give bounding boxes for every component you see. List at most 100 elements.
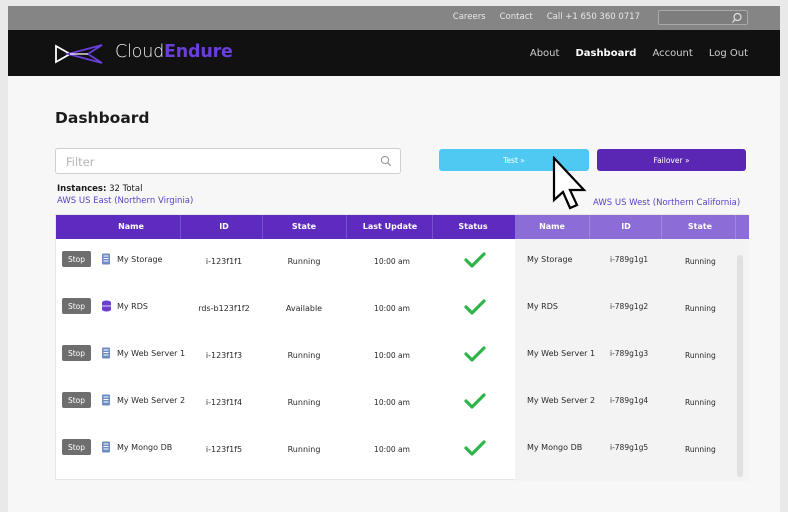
col-divider [180,215,181,239]
status-check-icon [464,440,486,456]
instance-id: i-123f1f1 [205,257,243,266]
table-row[interactable]: Stop My Web Server 1 i-123f1f3 Running 10:00… [56,333,749,380]
target-instance-state: Running [685,304,716,313]
instances-label: Instances: [57,184,107,194]
document-icon [102,441,110,453]
stop-button[interactable]: Stop [62,392,91,408]
table-row[interactable]: Stop My RDS rds-b123f1f2 Available 10:00 am M… [56,286,749,333]
failover-button[interactable]: Failover » [597,149,746,171]
instance-state: Available [285,304,323,313]
col-header-last-update[interactable]: Last Update [348,222,432,231]
target-region-link[interactable]: AWS US West (Northern California) [593,198,740,208]
nav-about[interactable]: About [530,48,560,59]
nav-logout[interactable]: Log Out [709,48,748,59]
instance-id: i-123f1f5 [205,445,243,454]
target-instance-id: i-789g1g4 [610,396,649,405]
target-instance-name: My Storage [527,255,573,264]
page-title: Dashboard [55,109,150,127]
col-header-target-name[interactable]: Name [515,222,589,231]
last-update-time: 10:00 am [374,445,410,454]
last-update-time: 10:00 am [374,351,410,360]
target-instance-id: i-789g1g5 [610,443,649,452]
status-check-icon [464,252,486,268]
status-check-icon [464,346,486,362]
stop-button[interactable]: Stop [62,251,91,267]
instance-state: Running [287,398,321,407]
target-instance-id: i-789g1g3 [610,349,649,358]
last-update-time: 10:00 am [374,398,410,407]
mouse-pointer-icon [552,156,587,210]
main-nav: About Dashboard Account Log Out [530,48,748,59]
stop-button[interactable]: Stop [62,439,91,455]
document-icon [102,347,110,359]
database-icon [102,300,111,312]
last-update-time: 10:00 am [374,257,410,266]
instance-state: Running [287,257,321,266]
target-instance-name: My Web Server 1 [527,349,596,358]
document-icon [102,253,110,265]
col-divider [661,215,662,239]
col-divider [262,215,263,239]
col-divider [735,215,736,239]
instance-id: rds-b123f1f2 [198,304,250,313]
source-region-link[interactable]: AWS US East (Northern Virginia) [57,196,193,206]
nav-account[interactable]: Account [652,48,692,59]
instance-name: My Mongo DB [117,443,173,452]
target-instance-id: i-789g1g2 [610,302,649,311]
table-header-target: Name ID State [515,215,749,239]
table-scrollbar[interactable] [737,255,743,477]
table-row[interactable]: Stop My Web Server 2 i-123f1f4 Running 10:00… [56,380,749,427]
instance-state: Running [287,351,321,360]
instances-count: Instances: 32 Total [57,184,142,194]
instances-value: 32 Total [109,184,143,194]
instance-id: i-123f1f3 [205,351,243,360]
main-header: CloudEndure About Dashboard Account Log … [8,30,780,76]
instance-id: i-123f1f4 [205,398,243,407]
phone-link[interactable]: Call +1 650 360 0717 [547,12,640,22]
target-instance-state: Running [685,398,716,407]
instance-name: My Web Server 2 [117,396,186,405]
status-check-icon [464,393,486,409]
target-instance-state: Running [685,257,716,266]
status-check-icon [464,299,486,315]
stop-button[interactable]: Stop [62,345,91,361]
target-instance-state: Running [685,351,716,360]
instance-name: My RDS [117,302,148,311]
utility-bar: Careers Contact Call +1 650 360 0717 [8,6,780,30]
utility-links: Careers Contact Call +1 650 360 0717 [453,12,640,22]
col-header-status[interactable]: Status [434,222,512,231]
brand-logo-bold: Endure [164,42,233,62]
table-row[interactable]: Stop My Mongo DB i-123f1f5 Running 10:00 am M… [56,427,749,474]
target-instance-id: i-789g1g1 [610,255,649,264]
app-window: Careers Contact Call +1 650 360 0717 Clo… [8,6,780,512]
target-instance-name: My RDS [527,302,558,311]
last-update-time: 10:00 am [374,304,410,313]
col-header-id[interactable]: ID [184,222,264,231]
filter-input[interactable]: Filter [55,148,401,174]
instance-state: Running [287,445,321,454]
brand-logo[interactable]: CloudEndure [115,42,233,62]
table-header-source: Name ID State Last Update Status [56,215,515,239]
instances-table: Name ID State Last Update Status Name ID… [55,214,749,481]
instance-name: My Storage [117,255,163,264]
col-header-state[interactable]: State [264,222,344,231]
nav-dashboard[interactable]: Dashboard [575,48,636,59]
target-instance-state: Running [685,445,716,454]
target-instance-name: My Mongo DB [527,443,583,452]
instance-name: My Web Server 1 [117,349,186,358]
filter-search-icon[interactable] [380,155,392,167]
contact-link[interactable]: Contact [500,12,533,22]
col-header-target-state[interactable]: State [663,222,737,231]
careers-link[interactable]: Careers [453,12,486,22]
cloudendure-logo-icon[interactable] [54,44,106,64]
col-header-target-id[interactable]: ID [589,222,663,231]
filter-placeholder: Filter [66,155,95,169]
document-icon [102,394,110,406]
stop-button[interactable]: Stop [62,298,91,314]
col-divider [346,215,347,239]
search-icon[interactable] [731,12,743,24]
site-search-input[interactable] [658,10,748,25]
brand-logo-light: Cloud [115,42,164,62]
table-row[interactable]: Stop My Storage i-123f1f1 Running 10:00 am My… [56,239,749,286]
target-instance-name: My Web Server 2 [527,396,596,405]
